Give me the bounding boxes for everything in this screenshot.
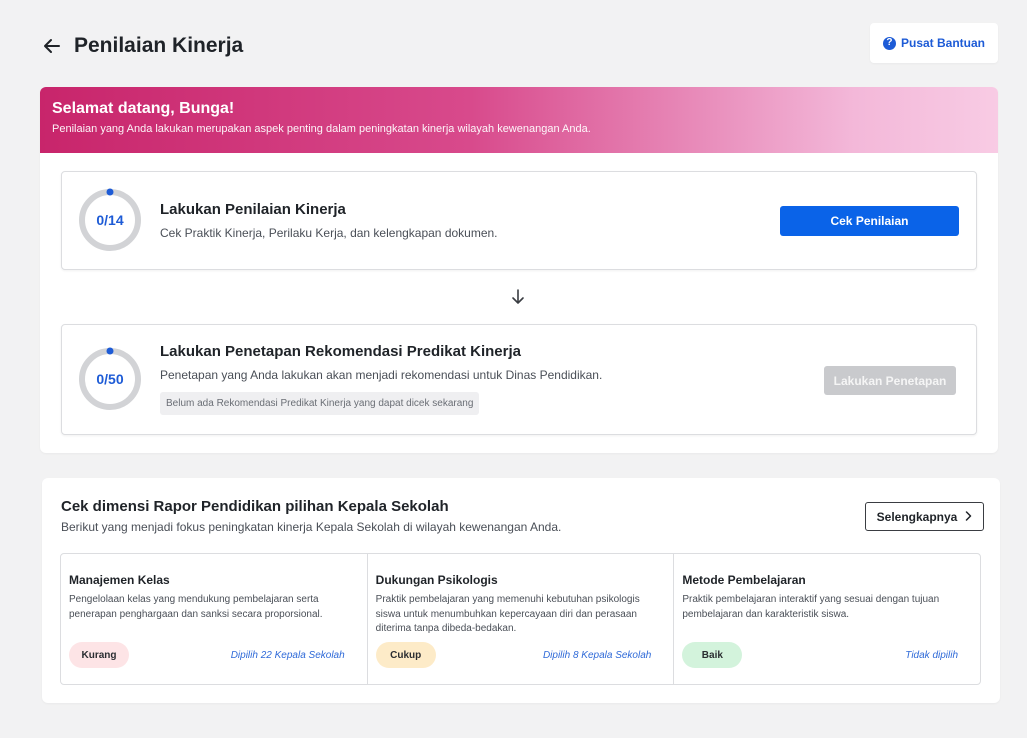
dimension-name: Dukungan Psikologis	[375, 573, 498, 587]
header-left: Penilaian Kinerja	[40, 34, 243, 58]
dimensions-grid: Manajemen Kelas Pengelolaan kelas yang m…	[60, 553, 981, 685]
dimension-card: Dukungan Psikologis Praktik pembelajaran…	[368, 554, 675, 684]
dimension-card: Metode Pembelajaran Praktik pembelajaran…	[674, 554, 980, 684]
back-arrow-icon[interactable]	[40, 34, 64, 58]
status-badge: Baik	[682, 642, 743, 668]
arrow-down-icon	[510, 287, 526, 307]
selengkapnya-button[interactable]: Selengkapnya	[865, 502, 984, 531]
welcome-title: Selamat datang, Bunga!	[52, 100, 235, 117]
progress-ring: 0/14	[78, 188, 142, 252]
dimensions-panel: Cek dimensi Rapor Pendidikan pilihan Kep…	[42, 478, 1000, 703]
task-text: Lakukan Penilaian Kinerja Cek Praktik Ki…	[160, 201, 498, 240]
task-note: Belum ada Rekomendasi Predikat Kinerja y…	[160, 392, 480, 415]
dimensions-title: Cek dimensi Rapor Pendidikan pilihan Kep…	[61, 498, 449, 515]
dimension-name: Metode Pembelajaran	[682, 573, 806, 587]
status-badge: Kurang	[69, 642, 129, 668]
welcome-panel: Selamat datang, Bunga! Penilaian yang An…	[40, 87, 998, 453]
welcome-subtitle: Penilaian yang Anda lakukan merupakan as…	[52, 123, 591, 135]
dimension-name: Manajemen Kelas	[69, 573, 170, 587]
page-header: Penilaian Kinerja ? Pusat Bantuan	[40, 23, 998, 64]
chosen-count: Dipilih 22 Kepala Sekolah	[230, 650, 345, 661]
chosen-count: Dipilih 8 Kepala Sekolah	[542, 650, 652, 661]
selengkapnya-label: Selengkapnya	[876, 509, 958, 524]
task-description: Cek Praktik Kinerja, Perilaku Kerja, dan…	[160, 226, 498, 240]
progress-ring: 0/50	[78, 347, 142, 411]
task-description: Penetapan yang Anda lakukan akan menjadi…	[160, 368, 603, 382]
page-title: Penilaian Kinerja	[74, 34, 244, 57]
welcome-banner: Selamat datang, Bunga! Penilaian yang An…	[40, 87, 998, 153]
cek-penilaian-button[interactable]: Cek Penilaian	[780, 206, 959, 236]
chosen-count: Tidak dipilih	[905, 650, 959, 661]
lakukan-penetapan-button[interactable]: Lakukan Penetapan	[824, 366, 956, 395]
dimension-description: Pengelolaan kelas yang mendukung pembela…	[69, 594, 323, 620]
help-center-label: Pusat Bantuan	[900, 36, 985, 50]
task-text: Lakukan Penetapan Rekomendasi Predikat K…	[160, 343, 602, 415]
progress-label: 0/14	[96, 212, 124, 228]
dimension-description: Praktik pembelajaran interaktif yang ses…	[682, 594, 940, 620]
task-title: Lakukan Penilaian Kinerja	[160, 201, 346, 218]
progress-label: 0/50	[96, 371, 124, 387]
status-badge: Cukup	[375, 642, 436, 668]
help-center-button[interactable]: ? Pusat Bantuan	[870, 23, 998, 63]
task-title: Lakukan Penetapan Rekomendasi Predikat K…	[160, 343, 521, 360]
dimension-description: Praktik pembelajaran yang memenuhi kebut…	[375, 594, 640, 634]
task-card-penilaian: 0/14 Lakukan Penilaian Kinerja Cek Prakt…	[61, 171, 977, 270]
dimensions-subtitle: Berikut yang menjadi fokus peningkatan k…	[61, 520, 562, 534]
chevron-right-icon	[965, 510, 972, 524]
dimension-card: Manajemen Kelas Pengelolaan kelas yang m…	[61, 554, 368, 684]
task-card-penetapan: 0/50 Lakukan Penetapan Rekomendasi Predi…	[61, 324, 977, 435]
question-circle-icon: ?	[882, 36, 896, 50]
